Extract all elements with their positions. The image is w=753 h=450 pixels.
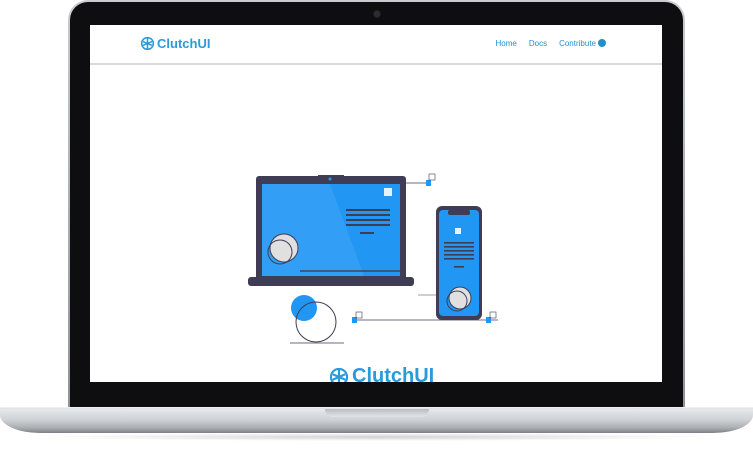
nav-contribute-label: Contribute <box>559 39 596 48</box>
footer-brand: ClutchUI <box>330 365 434 382</box>
github-icon <box>598 39 606 47</box>
nav-home[interactable]: Home <box>496 39 517 48</box>
webcam <box>374 11 380 17</box>
nav-docs[interactable]: Docs <box>529 39 547 48</box>
laptop-screen: ClutchUI Home Docs Contribute ClutchUI <box>90 25 662 382</box>
navbar: ClutchUI Home Docs Contribute <box>90 25 662 65</box>
clutch-logo-icon <box>141 37 154 50</box>
clutch-logo-icon <box>330 367 348 382</box>
brand-name: ClutchUI <box>157 36 211 51</box>
footer-brand-name: ClutchUI <box>352 365 435 382</box>
hero-illustration <box>248 173 498 344</box>
nav-contribute[interactable]: Contribute <box>559 39 606 48</box>
laptop-notch <box>325 409 429 417</box>
illus-laptop-base <box>248 277 414 286</box>
brand-logo[interactable]: ClutchUI <box>141 36 210 51</box>
nav-links: Home Docs Contribute <box>496 39 606 48</box>
laptop-shadow <box>40 433 713 441</box>
